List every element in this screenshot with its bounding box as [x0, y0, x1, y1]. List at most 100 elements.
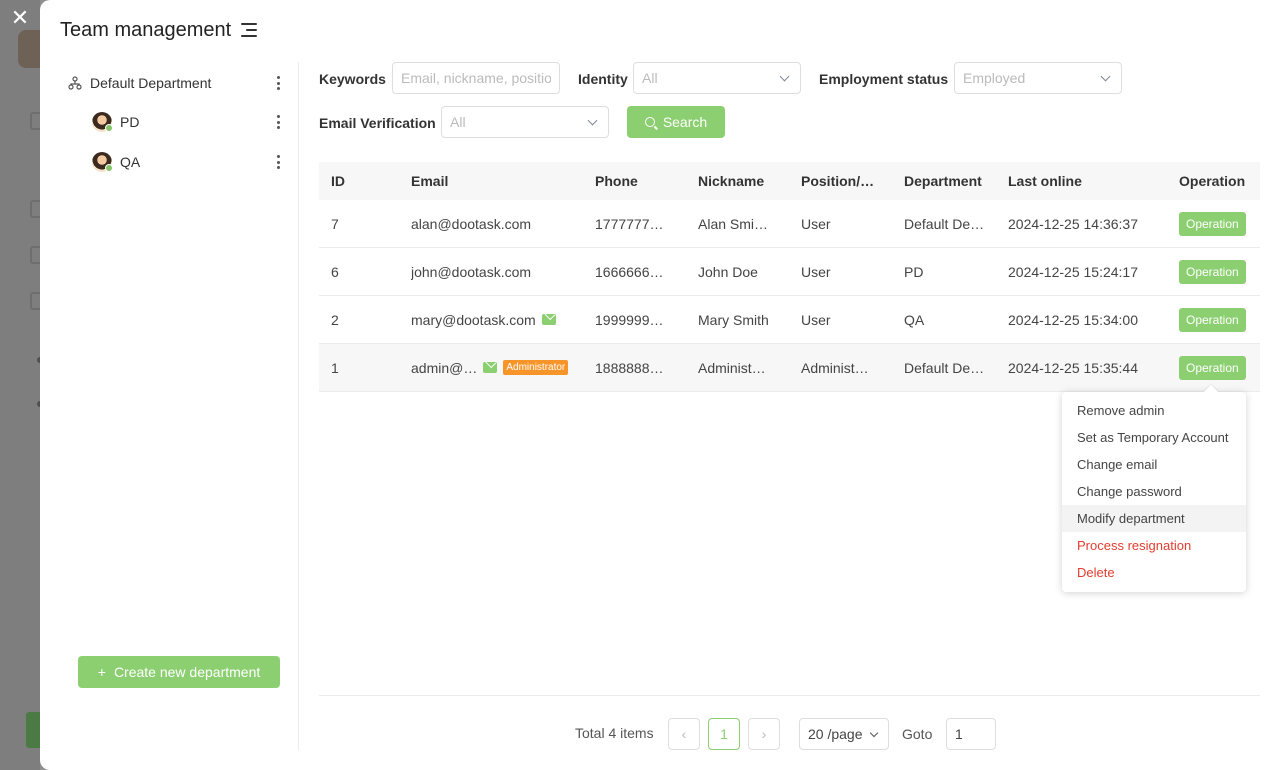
column-header: Email [411, 173, 449, 189]
department-item-qa[interactable]: QA [92, 147, 286, 177]
operation-button[interactable]: Operation [1179, 307, 1246, 332]
cell-operation: Operation [1179, 307, 1260, 332]
page-number-button[interactable]: 1 [708, 718, 740, 750]
create-department-button[interactable]: + Create new department [78, 656, 280, 688]
cell-email: mary@dootask.com [411, 312, 595, 328]
cell-id: 1 [331, 359, 339, 376]
cell-operation: Operation [1179, 355, 1260, 380]
cell-nickname: Mary Smith [698, 311, 769, 328]
column-header: Last online [1008, 173, 1082, 189]
search-button[interactable]: Search [627, 106, 725, 138]
search-icon [644, 117, 655, 127]
operation-dropdown: Remove admin Set as Temporary Account Ch… [1062, 392, 1246, 592]
cell-phone: 1999999… [595, 311, 664, 328]
employment-status-select[interactable]: Employed [954, 62, 1122, 94]
modal-header: Team management [60, 16, 258, 44]
cell-id: 2 [331, 311, 339, 328]
cell-email: alan@dootask.com [411, 216, 595, 232]
identity-label: Identity [578, 71, 628, 87]
email-verification-value: All [450, 114, 466, 130]
department-item-default[interactable]: Default Department [68, 68, 286, 98]
table-row: 1 admin@… Administrator 1888888… Adminis… [319, 344, 1260, 392]
goto-page-input[interactable] [946, 718, 996, 750]
menu-item-set-temporary-account[interactable]: Set as Temporary Account [1062, 424, 1246, 451]
cell-nickname: John Doe [698, 263, 758, 280]
department-panel: Default Department PD QA [40, 62, 299, 750]
operation-button[interactable]: Operation [1179, 259, 1246, 284]
column-header: Position/… [801, 173, 875, 189]
administrator-badge: Administrator [503, 360, 569, 375]
email-verification-select[interactable]: All [441, 106, 609, 138]
column-header: Department [904, 173, 982, 189]
column-header: Nickname [698, 173, 765, 189]
department-label: Default Department [90, 75, 212, 91]
department-item-pd[interactable]: PD [92, 107, 286, 137]
create-department-label: Create new department [113, 664, 261, 680]
cell-phone: 1777777… [595, 215, 664, 232]
table-header: ID Email Phone Nickname Position/… Depar… [319, 162, 1260, 200]
cell-phone: 1666666… [595, 263, 664, 280]
total-items: Total 4 items [575, 725, 654, 741]
cell-department: Default De… [904, 215, 985, 232]
chevron-down-icon [587, 115, 598, 126]
email-verification-label: Email Verification [319, 115, 436, 131]
identity-value: All [642, 70, 658, 86]
menu-item-modify-department[interactable]: Modify department [1062, 505, 1246, 532]
cell-operation: Operation [1179, 259, 1260, 284]
column-header: Operation [1179, 173, 1246, 189]
email-text: alan@dootask.com [411, 215, 532, 232]
employment-status-value: Employed [963, 70, 1026, 86]
email-text: admin@… [411, 359, 478, 376]
menu-item-delete[interactable]: Delete [1062, 559, 1246, 586]
cell-last-online: 2024-12-25 14:36:37 [1008, 215, 1138, 232]
cell-last-online: 2024-12-25 15:35:44 [1008, 359, 1138, 376]
department-label: QA [120, 154, 141, 170]
chevron-down-icon [869, 728, 879, 738]
identity-select[interactable]: All [633, 62, 801, 94]
prev-page-button[interactable]: ‹ [668, 718, 700, 750]
department-label: PD [120, 114, 140, 130]
cell-email: admin@… Administrator [411, 360, 595, 376]
team-management-modal: Team management Default Department PD QA… [40, 0, 1280, 770]
operation-button[interactable]: Operation [1179, 211, 1246, 236]
keywords-input[interactable] [392, 62, 560, 94]
table-row: 6 john@dootask.com 1666666… John Doe Use… [319, 248, 1260, 296]
menu-item-change-email[interactable]: Change email [1062, 451, 1246, 478]
employment-status-label: Employment status [819, 71, 949, 87]
avatar [92, 152, 113, 172]
cell-last-online: 2024-12-25 15:34:00 [1008, 311, 1138, 328]
avatar [92, 112, 113, 132]
operation-button[interactable]: Operation [1179, 355, 1246, 380]
chevron-down-icon [779, 71, 790, 82]
menu-toggle-icon[interactable] [241, 23, 258, 37]
goto-label: Goto [902, 726, 933, 742]
background-avatar [18, 30, 40, 68]
table-row: 2 mary@dootask.com 1999999… Mary Smith U… [319, 296, 1260, 344]
column-header: ID [331, 173, 345, 189]
cell-nickname: Administ… [698, 359, 766, 376]
plus-icon: + [97, 664, 106, 680]
verified-mail-icon [483, 362, 498, 373]
next-page-button[interactable]: › [748, 718, 780, 750]
more-options-icon[interactable] [270, 153, 286, 171]
email-text: mary@dootask.com [411, 311, 536, 328]
cell-operation: Operation [1179, 211, 1260, 236]
modal-title: Team management [60, 18, 232, 41]
close-icon[interactable]: ✕ [8, 6, 32, 30]
more-options-icon[interactable] [270, 74, 286, 92]
cell-department: Default De… [904, 359, 985, 376]
cell-position: User [801, 263, 831, 280]
menu-item-change-password[interactable]: Change password [1062, 478, 1246, 505]
cell-id: 7 [331, 215, 339, 232]
page-size-select[interactable]: 20 /page [799, 718, 889, 750]
table-row: 7 alan@dootask.com 1777777… Alan Smi… Us… [319, 200, 1260, 248]
org-tree-icon [68, 76, 82, 90]
cell-nickname: Alan Smi… [698, 215, 769, 232]
menu-item-process-resignation[interactable]: Process resignation [1062, 532, 1246, 559]
cell-department: PD [904, 263, 924, 280]
background-menu-mark [30, 112, 40, 130]
page-size-value: 20 /page [808, 726, 863, 742]
members-table: ID Email Phone Nickname Position/… Depar… [319, 162, 1260, 392]
more-options-icon[interactable] [270, 113, 286, 131]
menu-item-remove-admin[interactable]: Remove admin [1062, 397, 1246, 424]
